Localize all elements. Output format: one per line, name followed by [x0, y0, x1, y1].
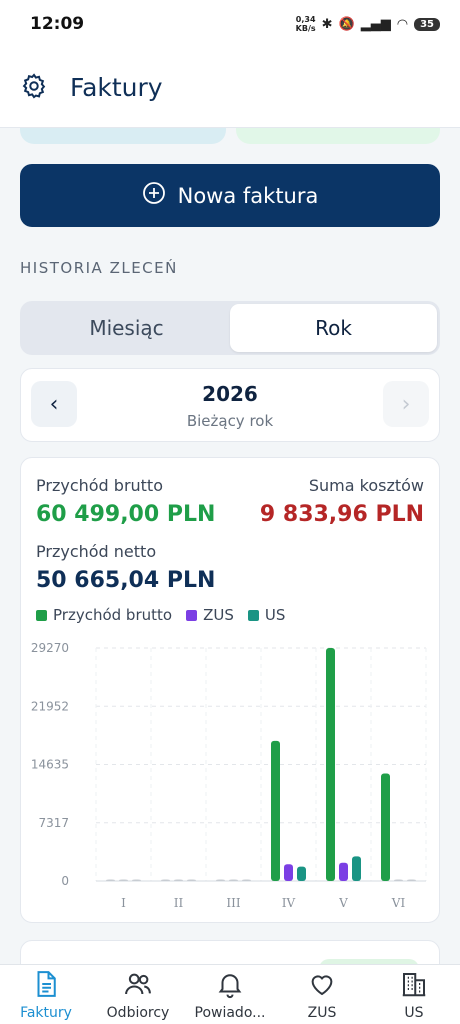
status-icons: 0,34 KB/s ✱ 🔕 ▂▄▆ ◠ 35	[296, 15, 440, 33]
building-icon	[399, 969, 429, 1003]
network-speed-unit: KB/s	[295, 24, 316, 33]
costs-total-value: 9 833,96 PLN	[259, 502, 424, 527]
users-icon	[123, 969, 153, 1003]
gear-icon[interactable]	[20, 72, 48, 104]
app-bar: Faktury	[0, 48, 460, 128]
y-tick-label: 0	[61, 874, 69, 888]
y-tick-label: 14635	[31, 758, 69, 772]
document-icon	[31, 969, 61, 1003]
nav-item-odbiorcy[interactable]: Odbiorcy	[92, 965, 184, 1024]
gross-revenue-value: 60 499,00 PLN	[36, 502, 216, 527]
legend-swatch	[186, 609, 198, 621]
new-invoice-label: Nowa faktura	[177, 183, 319, 208]
plus-circle-icon	[142, 181, 166, 210]
bar	[216, 879, 225, 881]
bar	[407, 879, 416, 881]
bar	[242, 879, 251, 881]
tab-month[interactable]: Miesiąc	[23, 304, 230, 352]
network-speed-value: 0,34	[295, 15, 316, 24]
heart-icon	[307, 969, 337, 1003]
x-tick-label: IV	[282, 896, 296, 910]
net-revenue-label: Przychód netto	[36, 542, 157, 561]
costs-total-label: Suma kosztów	[308, 476, 424, 495]
bar	[394, 879, 403, 881]
current-year: 2026	[202, 382, 258, 406]
revenue-chart-card: Przychód brutto 60 499,00 PLN Suma koszt…	[20, 457, 440, 923]
y-tick-label: 29270	[31, 641, 69, 655]
x-tick-label: II	[174, 896, 184, 910]
bar	[187, 879, 196, 881]
section-heading: HISTORIA ZLECEŃ	[20, 259, 178, 277]
page-title: Faktury	[70, 73, 163, 102]
legend-label: US	[264, 606, 286, 624]
nav-label: Powiado...	[194, 1004, 266, 1021]
net-revenue-value: 50 665,04 PLN	[36, 568, 216, 593]
legend-item-zus: ZUS	[186, 606, 234, 624]
legend-swatch	[36, 609, 47, 621]
nav-label: Faktury	[20, 1004, 72, 1021]
x-tick-label: V	[338, 896, 348, 910]
y-tick-label: 7317	[38, 816, 69, 830]
chevron-right-icon: ›	[401, 391, 411, 417]
bar	[271, 740, 280, 881]
nav-item-zus[interactable]: ZUS	[276, 965, 368, 1024]
legend-item-us: US	[247, 606, 286, 624]
tab-year[interactable]: Rok	[230, 304, 437, 352]
status-bar: 12:09 0,34 KB/s ✱ 🔕 ▂▄▆ ◠ 35	[0, 0, 460, 48]
nav-item-powiadomienia[interactable]: Powiado...	[184, 965, 276, 1024]
bar	[339, 862, 348, 881]
bar	[326, 648, 335, 881]
bell-icon	[215, 969, 245, 1003]
bar	[132, 879, 141, 881]
bluetooth-icon: ✱	[321, 16, 333, 32]
nav-label: ZUS	[307, 1004, 337, 1021]
bar	[284, 864, 293, 881]
next-year-button[interactable]: ›	[383, 381, 429, 427]
bar	[174, 879, 183, 881]
network-speed: 0,34 KB/s	[296, 15, 316, 33]
nav-item-us[interactable]: US	[368, 965, 460, 1024]
bar	[352, 856, 361, 881]
chart-legend: Przychód brutto ZUS US	[36, 606, 285, 624]
bar	[381, 773, 390, 881]
nav-label: US	[404, 1004, 424, 1021]
legend-label: Przychód brutto	[53, 606, 173, 624]
signal-icon: ▂▄▆	[360, 16, 391, 32]
bar	[297, 866, 306, 881]
gross-revenue-label: Przychód brutto	[36, 476, 163, 495]
x-tick-label: I	[121, 896, 126, 910]
y-tick-label: 21952	[31, 699, 69, 713]
bar	[161, 879, 170, 881]
bar	[229, 879, 238, 881]
revenue-bar-chart: 07317146352195229270I II III IV V VI	[31, 641, 427, 910]
bottom-navigation: Faktury Odbiorcy Powiado... ZUS US	[0, 964, 460, 1024]
legend-item-gross: Przychód brutto	[36, 606, 172, 624]
x-tick-label: III	[226, 896, 240, 910]
year-subtitle: Bieżący rok	[186, 412, 274, 430]
summary-card-peek	[236, 128, 440, 144]
wifi-icon: ◠	[396, 16, 409, 32]
new-invoice-button[interactable]: Nowa faktura	[20, 164, 440, 227]
year-navigator: ‹ 2026 Bieżący rok ›	[20, 368, 440, 442]
nav-label: Odbiorcy	[106, 1004, 170, 1021]
legend-swatch	[247, 609, 259, 621]
nav-item-faktury[interactable]: Faktury	[0, 965, 92, 1024]
bar	[106, 879, 115, 881]
status-time: 12:09	[30, 14, 85, 34]
summary-card-peek	[20, 128, 226, 144]
x-tick-label: VI	[391, 896, 406, 910]
battery-icon: 35	[414, 17, 440, 31]
period-segmented-control: Miesiąc Rok	[20, 301, 440, 355]
bar	[119, 879, 128, 881]
legend-label: ZUS	[203, 606, 234, 624]
mute-icon: 🔕	[338, 16, 355, 32]
